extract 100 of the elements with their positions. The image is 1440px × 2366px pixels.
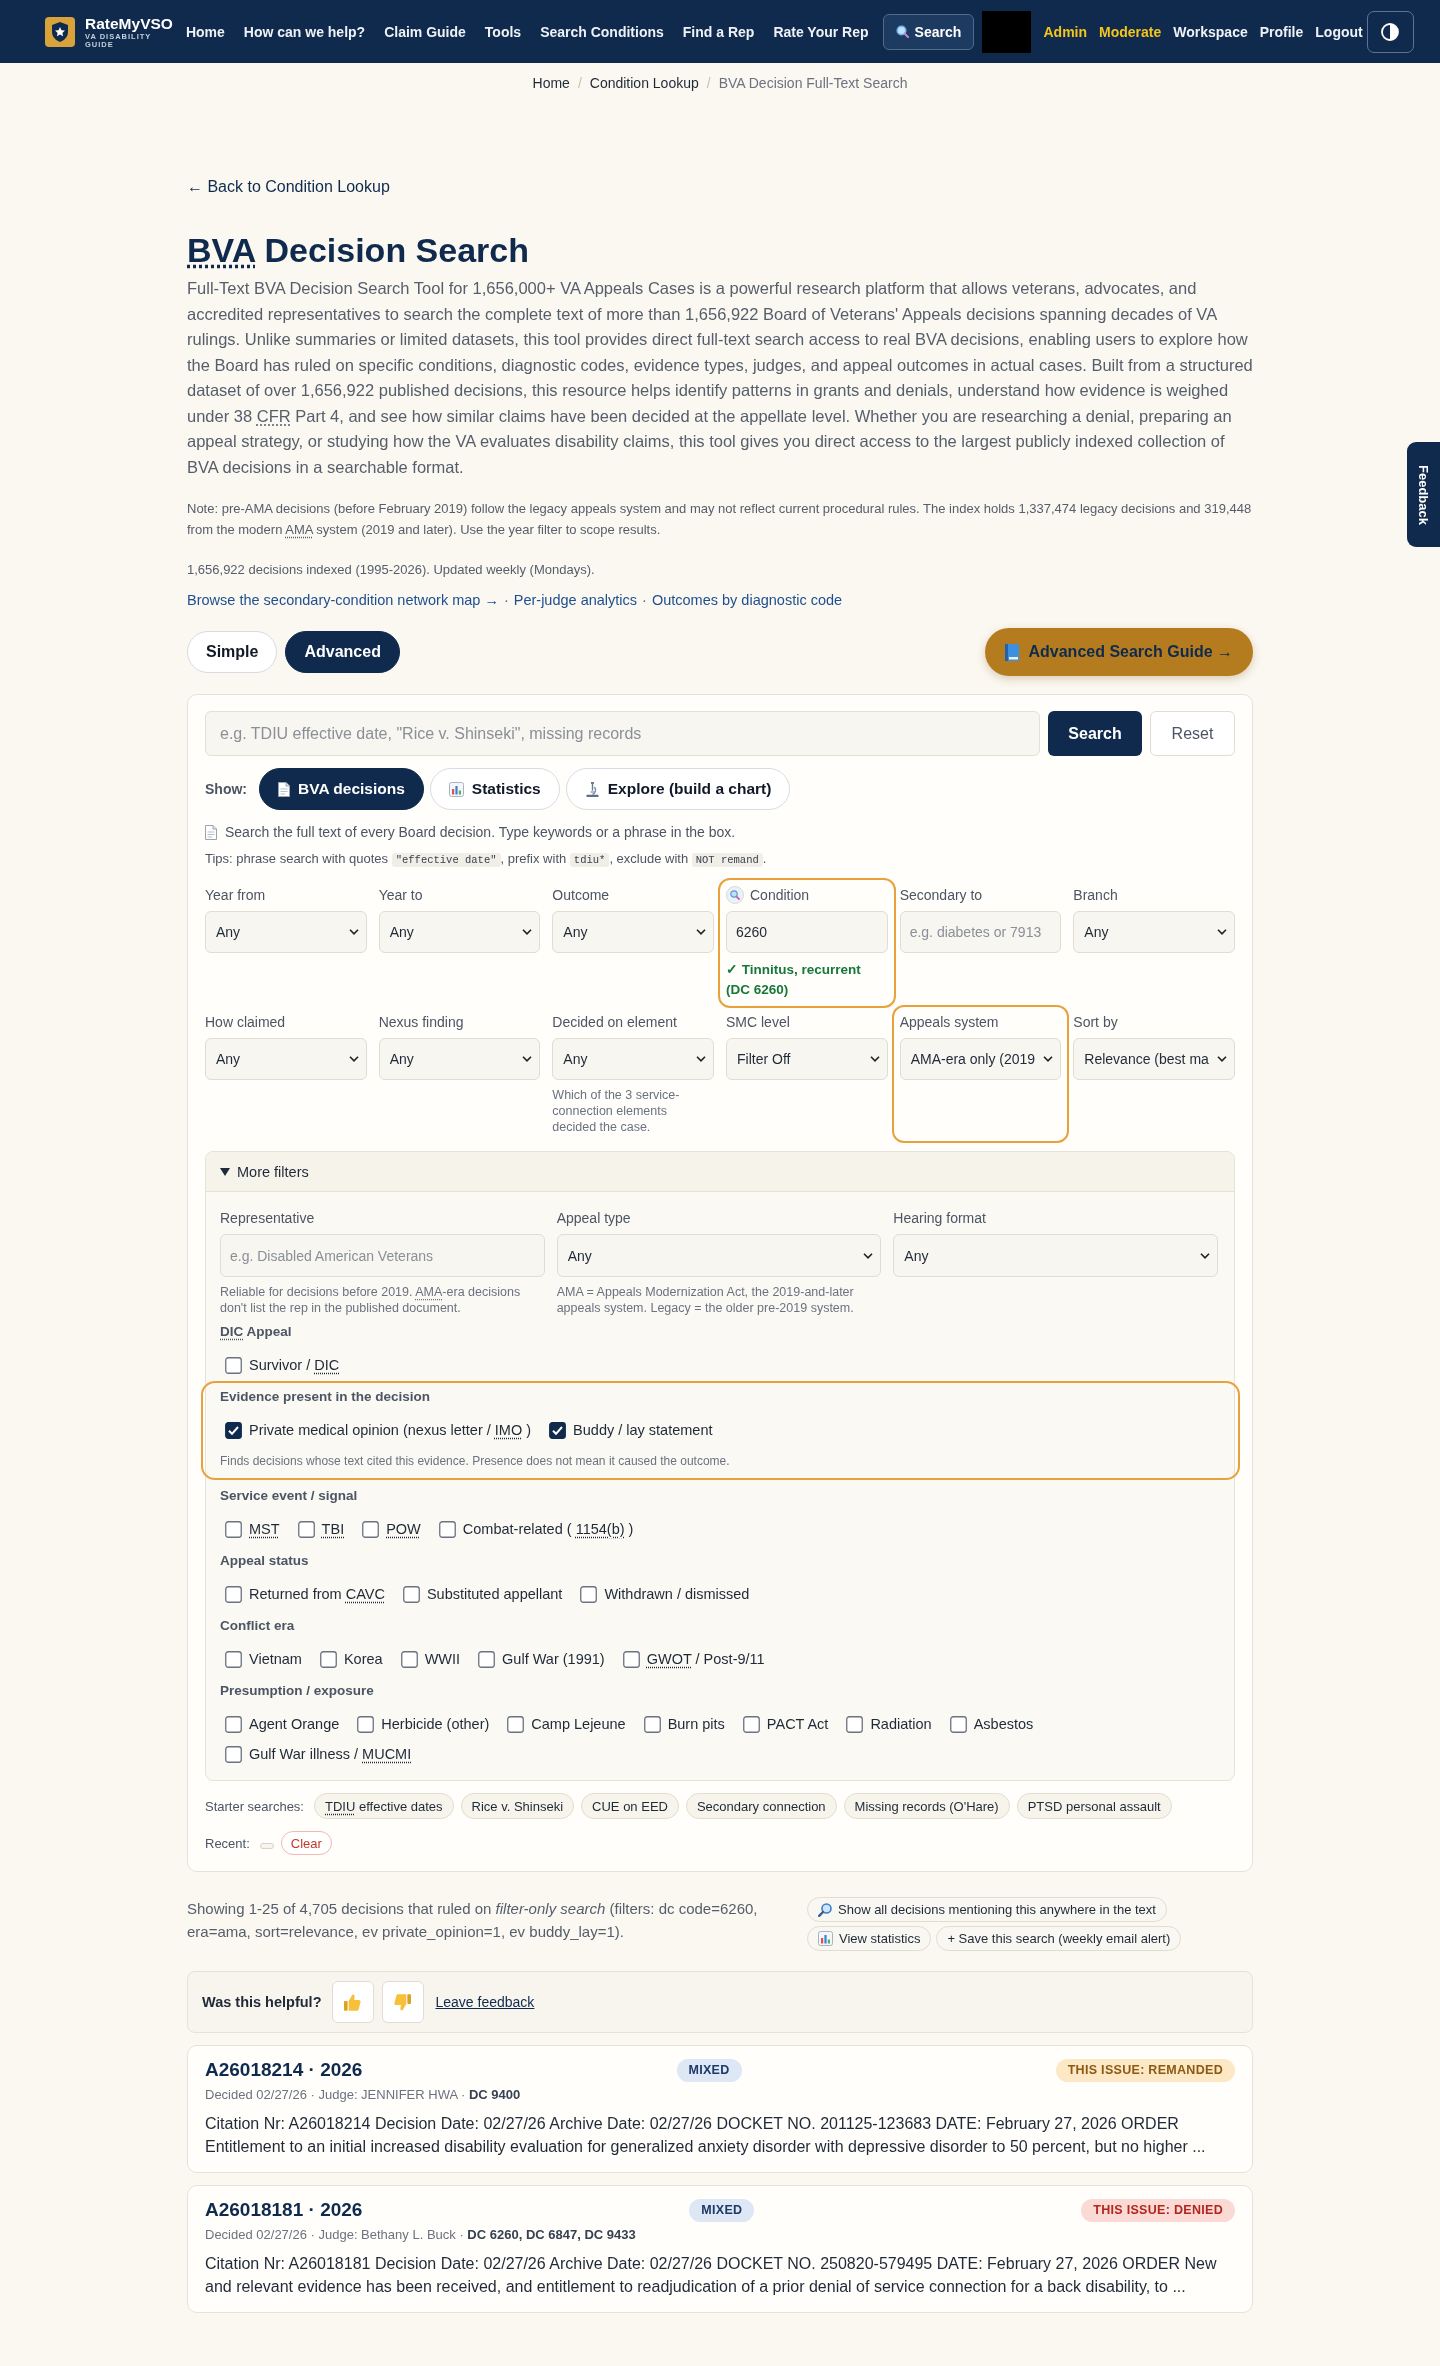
nav-search-button[interactable]: Search [882, 13, 975, 50]
checkbox[interactable] [622, 1650, 640, 1668]
checkbox[interactable] [949, 1715, 967, 1733]
document-icon [205, 824, 217, 840]
tips-text: Tips: phrase search with quotes "effective date" , prefix with tdiu* , exclude with NOT remand . [205, 850, 768, 869]
select-field[interactable]: Any [378, 911, 541, 953]
nav-link[interactable]: Moderate [1099, 21, 1162, 42]
mode-toggle-button[interactable]: Simple [187, 631, 278, 673]
nav-link[interactable]: Rate Your Rep [773, 21, 869, 42]
search-button[interactable]: Search [1048, 711, 1142, 756]
nav-link[interactable]: Home [185, 21, 225, 42]
mode-toggle-button[interactable]: Advanced [285, 631, 400, 673]
more-filters-toggle[interactable]: More filters [206, 1152, 1234, 1192]
checkbox[interactable] [225, 1745, 242, 1763]
search-field[interactable]: e.g. TDIU effective date, "Rice v. Shinseki", missing records [205, 711, 1040, 756]
checkbox[interactable] [225, 1585, 242, 1603]
decision-snippet: Citation Nr: A26018181 Decision Date: 02/27/26 Archive Date: 02/27/26 DOCKET NO. 250820-579495 DATE: February 27, 2026 ORDER New and relevant evidence has been received, and entitlement to readjudication of a prior denial of service connection for a back disability, to ... [205, 2254, 1218, 2297]
nav-link[interactable]: Profile [1259, 21, 1304, 42]
view-toggle-button[interactable]: Statistics [429, 768, 560, 810]
thumbs-down-button[interactable] [381, 1981, 424, 2023]
checkbox[interactable] [402, 1585, 420, 1603]
index-info-text: 1,656,922 decisions indexed (1995-2026). Updated weekly (Mondays). [187, 561, 596, 579]
checkbox[interactable] [362, 1520, 380, 1538]
related-link[interactable]: Outcomes by diagnostic code [651, 590, 843, 610]
feedback-tab[interactable]: Feedback [1407, 442, 1440, 547]
checkbox[interactable] [225, 1356, 242, 1374]
breadcrumb-link[interactable]: Home [532, 75, 570, 91]
nav-link[interactable]: Admin [1043, 21, 1088, 42]
clear-button[interactable]: Clear [280, 1831, 332, 1855]
checkbox-label: Gulf War illness / MUCMI [249, 1745, 412, 1763]
select-field[interactable]: Any [552, 1038, 714, 1080]
select-field[interactable]: Filter Off [726, 1038, 888, 1080]
select-field[interactable]: Any [205, 1038, 367, 1080]
checkbox[interactable] [297, 1520, 315, 1538]
view-toggle-button[interactable]: Explore (build a chart) [565, 768, 791, 810]
chevron-down-icon [696, 929, 706, 935]
nav-link[interactable]: Tools [484, 21, 522, 42]
note-text: Note: pre-AMA decisions (before February 2019) follow the legacy appeals system and may not reflect current procedural rules. The index holds 1,337,474 legacy decisions and 319,448 from the modern AMA system (2019 and later). Use the year filter to scope results. [187, 500, 1253, 539]
checkbox-label: POW [386, 1520, 421, 1538]
checkbox-label: Korea [343, 1650, 383, 1668]
select-field[interactable]: Any [552, 911, 714, 953]
bar-chart-icon [448, 781, 464, 797]
nav-link[interactable]: Find a Rep [682, 21, 755, 42]
reset-button[interactable]: Reset [1150, 711, 1235, 756]
filter-label: SMC level [726, 1013, 790, 1031]
select-field[interactable]: Any [1073, 911, 1235, 953]
view-toggle-button[interactable]: BVA decisions [259, 768, 424, 810]
starter-chip[interactable]: Secondary connection [685, 1793, 837, 1819]
guide-button[interactable]: Advanced Search Guide → [985, 628, 1253, 676]
back-link[interactable]: ← Back to Condition Lookup [187, 177, 390, 197]
checkbox[interactable] [225, 1650, 242, 1668]
match-text: ✓ Tinnitus, recurrent (DC 6260) [726, 961, 862, 999]
checkbox[interactable] [846, 1715, 864, 1733]
decision-title[interactable]: A26018214 · 2026 [205, 2058, 363, 2082]
nav-link[interactable]: Search Conditions [540, 21, 664, 42]
text-field[interactable]: e.g. Disabled American Veterans [220, 1234, 545, 1277]
starter-chip[interactable]: Missing records (O'Hare) [843, 1793, 1010, 1819]
action-button[interactable]: View statistics [807, 1926, 932, 1951]
select-field[interactable]: Any [893, 1234, 1218, 1277]
checkbox-label: Radiation [870, 1715, 932, 1733]
checkbox[interactable] [438, 1520, 456, 1538]
text-field[interactable]: e.g. diabetes or 7913 [899, 911, 1062, 953]
checkbox-label: Vietnam [249, 1650, 302, 1668]
nav-link[interactable]: Claim Guide [384, 21, 466, 42]
leave-feedback-link[interactable]: Leave feedback [435, 1994, 535, 2010]
theme-toggle-button[interactable] [1366, 10, 1414, 53]
brand-name[interactable]: RateMyVSO [85, 14, 173, 32]
checkbox[interactable] [357, 1715, 375, 1733]
starter-chip[interactable]: Rice v. Shinseki [460, 1793, 575, 1819]
checkbox[interactable] [225, 1715, 242, 1733]
thumbs-up-button[interactable] [331, 1981, 374, 2023]
nav-link[interactable]: Workspace [1173, 21, 1248, 42]
starter-chip[interactable]: TDIU effective dates [314, 1793, 454, 1819]
checkbox[interactable] [643, 1715, 661, 1733]
related-link[interactable]: Browse the secondary-condition network map → [187, 590, 499, 610]
select-field[interactable]: Any [205, 911, 367, 953]
checkbox[interactable] [478, 1650, 496, 1668]
starter-chip[interactable]: CUE on EED [581, 1793, 679, 1819]
starter-chip[interactable]: PTSD personal assault [1016, 1793, 1172, 1819]
text-field[interactable]: 6260 [726, 911, 888, 953]
checkbox[interactable] [742, 1715, 760, 1733]
related-link[interactable]: Per-judge analytics [513, 590, 638, 610]
select-field[interactable]: Relevance (best ma [1073, 1038, 1235, 1080]
breadcrumb-link[interactable]: Condition Lookup [589, 75, 699, 91]
select-field[interactable]: Any [556, 1234, 882, 1277]
action-button[interactable]: Show all decisions mentioning this anywhere in the text [807, 1897, 1167, 1922]
checkbox[interactable] [225, 1520, 242, 1538]
nav-link[interactable]: Logout [1315, 21, 1363, 42]
decision-title[interactable]: A26018181 · 2026 [205, 2198, 363, 2222]
action-button[interactable]: + Save this search (weekly email alert) [936, 1926, 1182, 1951]
checkbox[interactable] [580, 1585, 598, 1603]
select-field[interactable]: AMA-era only (2019 [899, 1038, 1062, 1080]
checkbox[interactable] [225, 1421, 242, 1439]
nav-link[interactable]: How can we help? [243, 21, 366, 42]
checkbox[interactable] [400, 1650, 418, 1668]
checkbox[interactable] [507, 1715, 525, 1733]
checkbox[interactable] [319, 1650, 337, 1668]
checkbox[interactable] [549, 1421, 567, 1439]
select-field[interactable]: Any [378, 1038, 541, 1080]
chevron-down-icon [1043, 1056, 1054, 1062]
